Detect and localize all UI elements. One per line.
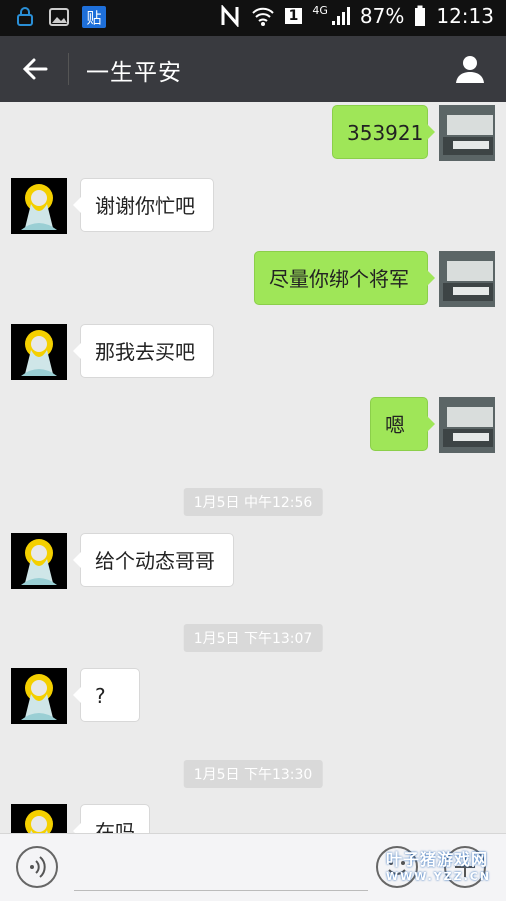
lock-sync-icon <box>17 7 33 26</box>
watermark-main: 叶子猪游戏网 <box>386 850 489 869</box>
my-avatar[interactable] <box>439 397 495 453</box>
message-timestamp: 1月5日 中午12:56 <box>183 488 323 516</box>
incoming-message[interactable]: 在吗 <box>73 804 150 833</box>
incoming-message[interactable]: 给个动态哥哥 <box>73 533 234 587</box>
contact-profile-icon[interactable] <box>452 51 488 87</box>
my-avatar-image <box>439 397 495 453</box>
incoming-message[interactable]: 那我去买吧 <box>73 324 214 378</box>
system-indicators: 1 4G 87% 12:13 <box>219 4 494 28</box>
message-list[interactable]: 353921 谢谢你忙吧 尽量你绑个将军 那我去买吧 嗯 1月5日 中午12:5… <box>0 102 506 833</box>
watermark-sub: WWW.YZZ.CN <box>386 870 492 883</box>
my-avatar-image <box>439 105 495 161</box>
my-avatar[interactable] <box>439 251 495 307</box>
outgoing-message[interactable]: 嗯 <box>370 397 435 451</box>
status-bar: 贴 1 4G 87% 12:13 <box>0 0 506 36</box>
my-avatar[interactable] <box>439 105 495 161</box>
wifi-icon <box>251 7 274 26</box>
image-icon <box>49 8 69 26</box>
contact-avatar-image <box>11 804 67 833</box>
chat-title: 一生平安 <box>86 60 182 86</box>
contact-avatar-image <box>11 533 67 589</box>
sim-slot-badge: 1 <box>284 8 303 24</box>
contact-avatar-image <box>11 668 67 724</box>
battery-icon <box>415 5 426 26</box>
contact-avatar[interactable] <box>11 178 67 234</box>
message-timestamp: 1月5日 下午13:07 <box>183 624 323 652</box>
contact-avatar-image <box>11 324 67 380</box>
my-avatar-image <box>439 251 495 307</box>
incoming-message[interactable]: 谢谢你忙吧 <box>73 178 214 232</box>
voice-input-button[interactable] <box>16 846 58 888</box>
chat-header: 一生平安 <box>0 36 506 102</box>
outgoing-message[interactable]: 353921 <box>332 105 435 159</box>
outgoing-message[interactable]: 尽量你绑个将军 <box>254 251 435 305</box>
nfc-icon <box>221 5 239 27</box>
tieba-icon: 贴 <box>82 6 106 28</box>
header-divider <box>68 53 69 85</box>
incoming-message[interactable]: ? <box>73 668 140 722</box>
signal-icon <box>331 7 350 25</box>
notification-icons: 贴 <box>14 6 106 28</box>
site-watermark: 叶子猪游戏网 WWW.YZZ.CN <box>386 846 491 883</box>
battery-percent: 87% <box>359 4 405 28</box>
clock: 12:13 <box>436 4 494 28</box>
back-arrow-icon[interactable] <box>18 52 52 86</box>
contact-avatar[interactable] <box>11 533 67 589</box>
contact-avatar[interactable] <box>11 324 67 380</box>
message-input[interactable] <box>74 846 368 891</box>
contact-avatar-image <box>11 178 67 234</box>
network-type: 4G <box>312 4 328 17</box>
message-timestamp: 1月5日 下午13:30 <box>183 760 323 788</box>
voice-wave-icon <box>30 856 46 878</box>
contact-avatar[interactable] <box>11 804 67 833</box>
contact-avatar[interactable] <box>11 668 67 724</box>
